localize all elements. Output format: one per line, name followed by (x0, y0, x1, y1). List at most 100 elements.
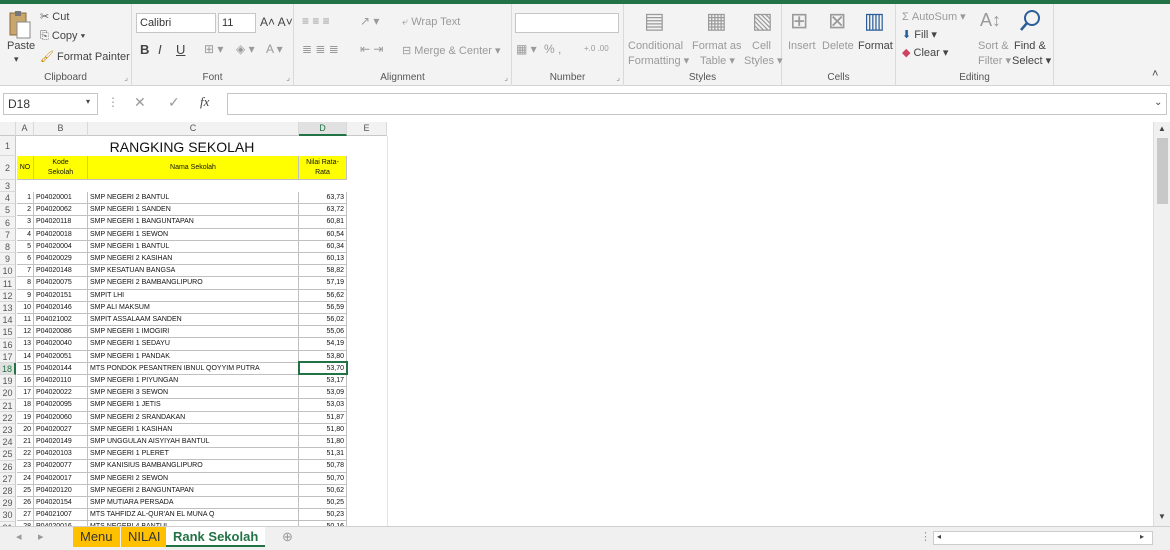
row-header[interactable]: 23 (0, 424, 16, 437)
row-header[interactable]: 5 (0, 204, 16, 217)
accounting-icon[interactable]: ▦ ▾ (516, 42, 537, 56)
autosum-button[interactable]: Σ AutoSum ▾ (902, 10, 966, 23)
cell-kode[interactable]: P04020027 (34, 423, 88, 436)
grow-font-icon[interactable]: A˄ A˅ (260, 15, 293, 29)
tab-rank-sekolah[interactable]: Rank Sekolah (166, 527, 266, 547)
cell-nama[interactable]: SMP NEGERI 1 IMOGIRI (88, 326, 299, 339)
column-header-d[interactable]: D (299, 122, 347, 136)
paste-dropdown-icon[interactable]: ▾ (14, 54, 19, 65)
merge-center-button[interactable]: ⊟ Merge & Center ▾ (402, 44, 501, 57)
cell-no[interactable]: 7 (17, 265, 34, 278)
cell-nilai[interactable]: 63,72 (299, 204, 347, 217)
cell-nama[interactable]: SMP NEGERI 1 JETIS (88, 399, 299, 412)
cell-nama[interactable]: SMPIT ASSALAAM SANDEN (88, 314, 299, 327)
paste-icon[interactable] (6, 10, 32, 40)
cell-kode[interactable]: P04020001 (34, 192, 88, 205)
header-nilai[interactable]: Nilai Rata-Rata (299, 156, 347, 180)
delete-icon[interactable]: ⊠ (828, 8, 846, 34)
cell-nilai[interactable]: 57,19 (299, 277, 347, 290)
row-header[interactable]: 8 (0, 241, 16, 254)
cell-nama[interactable]: SMP NEGERI 3 SEWON (88, 387, 299, 400)
cell-no[interactable]: 10 (17, 301, 34, 314)
fill-color-icon[interactable]: ◈ ▾ (236, 42, 255, 56)
format-as-table-button[interactable]: Format as (692, 40, 742, 52)
collapse-ribbon-icon[interactable]: ˄ (1152, 68, 1158, 80)
cell-nama[interactable]: SMP ALI MAKSUM (88, 301, 299, 314)
cell-nilai[interactable]: 50,70 (299, 472, 347, 485)
cell-no[interactable]: 17 (17, 387, 34, 400)
cell-no[interactable]: 12 (17, 326, 34, 339)
cell-kode[interactable]: P04020075 (34, 277, 88, 290)
cell-nama[interactable]: SMP KESATUAN BANGSA (88, 265, 299, 278)
number-format-select[interactable] (515, 13, 619, 33)
row-header[interactable]: 20 (0, 387, 16, 400)
decimal-button[interactable]: +.0 .00 (584, 44, 609, 53)
cell-nilai[interactable]: 54,19 (299, 338, 347, 351)
cell-kode[interactable]: P04021002 (34, 314, 88, 327)
row-header[interactable]: 17 (0, 350, 16, 363)
cell-no[interactable]: 19 (17, 411, 34, 424)
cell-no[interactable]: 8 (17, 277, 34, 290)
scroll-left-icon[interactable]: ◂ (937, 532, 941, 541)
insert-function-button[interactable]: fx (200, 94, 209, 110)
scroll-up-icon[interactable]: ▲ (1158, 124, 1166, 133)
header-kode[interactable]: Kode Sekolah (34, 156, 88, 180)
cell-nilai[interactable]: 56,62 (299, 289, 347, 302)
worksheet-grid[interactable]: A B C D E RANGKING SEKOLAH NO Kode Sekol… (0, 122, 1153, 526)
cell-nilai[interactable]: 51,80 (299, 423, 347, 436)
cell-no[interactable]: 13 (17, 338, 34, 351)
tab-scroll-left-icon[interactable]: ◂ (16, 530, 22, 543)
row-header[interactable]: 19 (0, 375, 16, 388)
column-header-c[interactable]: C (88, 122, 299, 136)
insert-icon[interactable]: ⊞ (790, 8, 808, 34)
cell-no[interactable]: 14 (17, 350, 34, 363)
cell-kode[interactable]: P04020146 (34, 301, 88, 314)
cell-no[interactable]: 27 (17, 509, 34, 522)
vertical-scrollbar[interactable]: ▲ ▼ (1153, 122, 1170, 526)
scroll-right-icon[interactable]: ▸ (1140, 532, 1144, 541)
cell-kode[interactable]: P04020077 (34, 460, 88, 473)
active-cell-d18[interactable] (298, 361, 348, 375)
cell-nama[interactable]: SMP NEGERI 2 BANGUNTAPAN (88, 484, 299, 497)
scroll-down-icon[interactable]: ▼ (1158, 512, 1166, 521)
cell-nama[interactable]: SMP NEGERI 1 PLERET (88, 448, 299, 461)
cell-kode[interactable]: P04020095 (34, 399, 88, 412)
orientation-icon[interactable]: ↗ ▾ (360, 14, 379, 28)
cell-kode[interactable]: P04021007 (34, 509, 88, 522)
cell-nilai[interactable]: 51,87 (299, 411, 347, 424)
cell-no[interactable]: 9 (17, 289, 34, 302)
row-header[interactable]: 13 (0, 302, 16, 315)
cell-kode[interactable]: P04020040 (34, 338, 88, 351)
cell-nilai[interactable]: 56,02 (299, 314, 347, 327)
italic-icon[interactable]: I (158, 42, 162, 57)
cell-nilai[interactable]: 53,03 (299, 399, 347, 412)
cell-kode[interactable]: P04020060 (34, 411, 88, 424)
cell-styles-button[interactable]: Cell (752, 40, 771, 52)
tab-nilai[interactable]: NILAI (121, 527, 168, 547)
cell-no[interactable]: 3 (17, 216, 34, 229)
find-select-icon[interactable] (1018, 8, 1042, 37)
cut-button[interactable]: ✂ Cut (40, 10, 69, 23)
cell-kode[interactable]: P04020144 (34, 362, 88, 375)
cell-nilai[interactable]: 63,73 (299, 192, 347, 205)
paste-button[interactable]: Paste (7, 40, 35, 52)
cell-nama[interactable]: SMP NEGERI 1 KASIHAN (88, 423, 299, 436)
cell-no[interactable]: 25 (17, 484, 34, 497)
cell-nilai[interactable]: 55,06 (299, 326, 347, 339)
cell-no[interactable]: 21 (17, 436, 34, 449)
format-button[interactable]: Format (858, 40, 893, 52)
column-header-e[interactable]: E (347, 122, 387, 136)
cell-nama[interactable]: SMP NEGERI 2 BANTUL (88, 192, 299, 205)
cell-nama[interactable]: SMP NEGERI 1 SANDEN (88, 204, 299, 217)
delete-button[interactable]: Delete (822, 40, 854, 52)
row-header[interactable]: 11 (0, 277, 16, 290)
clear-button[interactable]: ◆ Clear ▾ (902, 46, 948, 59)
select-all-corner[interactable] (0, 122, 16, 136)
cell-nilai[interactable]: 50,25 (299, 497, 347, 510)
cell-no[interactable]: 6 (17, 253, 34, 266)
font-color-icon[interactable]: A ▾ (266, 42, 283, 56)
name-box-dropdown-icon[interactable]: ▾ (86, 97, 90, 106)
cell-nama[interactable]: SMPIT LHI (88, 289, 299, 302)
cell-nilai[interactable]: 60,54 (299, 228, 347, 241)
horizontal-scrollbar[interactable]: ◂ ▸ (933, 531, 1153, 545)
